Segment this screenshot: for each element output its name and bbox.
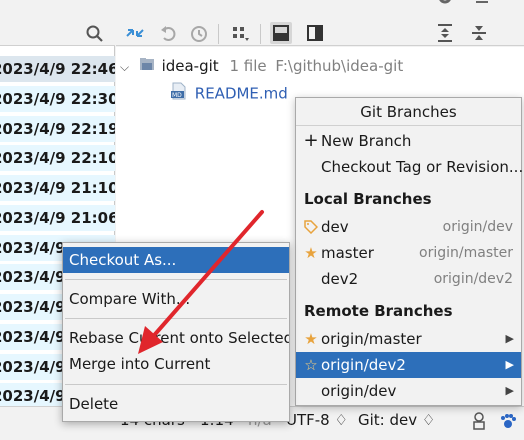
branch-name: dev2 xyxy=(321,270,359,288)
layout-horizontal-icon[interactable] xyxy=(270,22,292,44)
local-branch-master[interactable]: ★ master origin/master xyxy=(296,240,521,266)
folder-icon xyxy=(139,56,157,78)
group-by-icon[interactable] xyxy=(230,22,252,44)
collapse-all-icon[interactable] xyxy=(468,22,490,44)
remote-branches-header: Remote Branches xyxy=(304,302,453,320)
checkout-tag-item[interactable]: Checkout Tag or Revision... xyxy=(296,154,524,180)
root-name: idea-git xyxy=(161,57,219,75)
local-branches-header: Local Branches xyxy=(304,190,432,208)
gear-icon[interactable] xyxy=(434,0,456,8)
remote-branch-origin-dev[interactable]: origin/dev ▶ xyxy=(296,378,521,404)
commit-row[interactable]: 2023/4/9 22:30 xyxy=(0,86,115,112)
root-path: F:\github\idea-git xyxy=(275,57,404,75)
markdown-file-icon: MD xyxy=(170,82,190,106)
changes-toolbar xyxy=(116,0,524,46)
submenu-arrow-icon: ▶ xyxy=(505,358,514,371)
branch-name: dev xyxy=(321,218,349,236)
commit-row[interactable]: 2023/4/9 21:10 xyxy=(0,175,115,201)
star-icon: ★ xyxy=(304,330,318,348)
checkout-as-item[interactable]: Checkout As... xyxy=(63,247,289,273)
new-branch-item[interactable]: + New Branch xyxy=(296,128,521,154)
expand-all-icon[interactable] xyxy=(434,22,456,44)
search-icon[interactable] xyxy=(86,25,104,47)
commit-row[interactable]: 2023/4/9 22:19 xyxy=(0,116,115,142)
remote-branch-origin-dev2[interactable]: ☆ origin/dev2 ▶ xyxy=(296,352,521,378)
undo-icon[interactable] xyxy=(158,22,180,44)
git-branches-popup: Git Branches + New Branch Checkout Tag o… xyxy=(295,97,524,406)
log-toolbar xyxy=(0,0,115,46)
tracked-remote: origin/master xyxy=(419,245,513,261)
svg-text:MD: MD xyxy=(172,92,182,99)
commit-row[interactable]: 2023/4/9 22:10 xyxy=(0,145,115,171)
delete-item[interactable]: Delete xyxy=(63,391,289,417)
tree-file-row[interactable]: MD README.md xyxy=(170,82,288,104)
popup-title: Git Branches xyxy=(296,98,521,126)
branch-name: origin/dev xyxy=(321,382,397,400)
commit-row[interactable]: 2023/4/9 21:06 xyxy=(0,205,115,231)
minimize-icon[interactable] xyxy=(472,0,494,8)
rebase-current-item[interactable]: Rebase Current onto Selected xyxy=(63,325,289,351)
merge-into-current-item[interactable]: Merge into Current xyxy=(63,351,289,377)
tracked-remote: origin/dev xyxy=(442,219,513,235)
new-branch-label: New Branch xyxy=(321,132,412,150)
branch-name: origin/master xyxy=(321,330,422,348)
star-icon: ★ xyxy=(304,244,318,262)
tree-root-row[interactable]: ⌵ idea-git 1 file F:\github\idea-git xyxy=(120,55,403,77)
branch-name: origin/dev2 xyxy=(321,356,406,374)
layout-vertical-icon[interactable] xyxy=(304,22,326,44)
paw-icon[interactable] xyxy=(498,411,518,435)
history-icon[interactable] xyxy=(188,22,210,44)
inspector-icon[interactable] xyxy=(470,411,488,435)
submenu-arrow-icon: ▶ xyxy=(505,332,514,345)
plus-icon: + xyxy=(303,130,319,151)
tracked-remote: origin/dev2 xyxy=(433,271,513,287)
branch-context-menu: Checkout As... Compare With... Rebase Cu… xyxy=(62,242,290,422)
local-branch-dev[interactable]: dev origin/dev xyxy=(296,214,521,240)
checkout-tag-label: Checkout Tag or Revision... xyxy=(321,158,524,176)
compare-with-item[interactable]: Compare With... xyxy=(63,286,289,312)
star-outline-icon: ☆ xyxy=(304,356,318,374)
collapse-arrows-icon[interactable] xyxy=(124,22,146,44)
chevron-down-icon[interactable]: ⌵ xyxy=(120,56,134,78)
local-branch-dev2[interactable]: dev2 origin/dev2 xyxy=(296,266,521,292)
encoding-widget[interactable]: UTF-8 ♢ xyxy=(286,411,348,429)
commit-row[interactable]: 2023/4/9 22:46 xyxy=(0,56,115,82)
git-branch-widget[interactable]: Git: dev ♢ xyxy=(358,411,435,429)
remote-branch-origin-master[interactable]: ★ origin/master ▶ xyxy=(296,326,521,352)
file-name: README.md xyxy=(194,84,288,103)
submenu-arrow-icon: ▶ xyxy=(505,384,514,397)
tag-icon xyxy=(303,214,319,242)
branch-name: master xyxy=(321,244,374,262)
root-count: 1 file xyxy=(229,57,267,75)
